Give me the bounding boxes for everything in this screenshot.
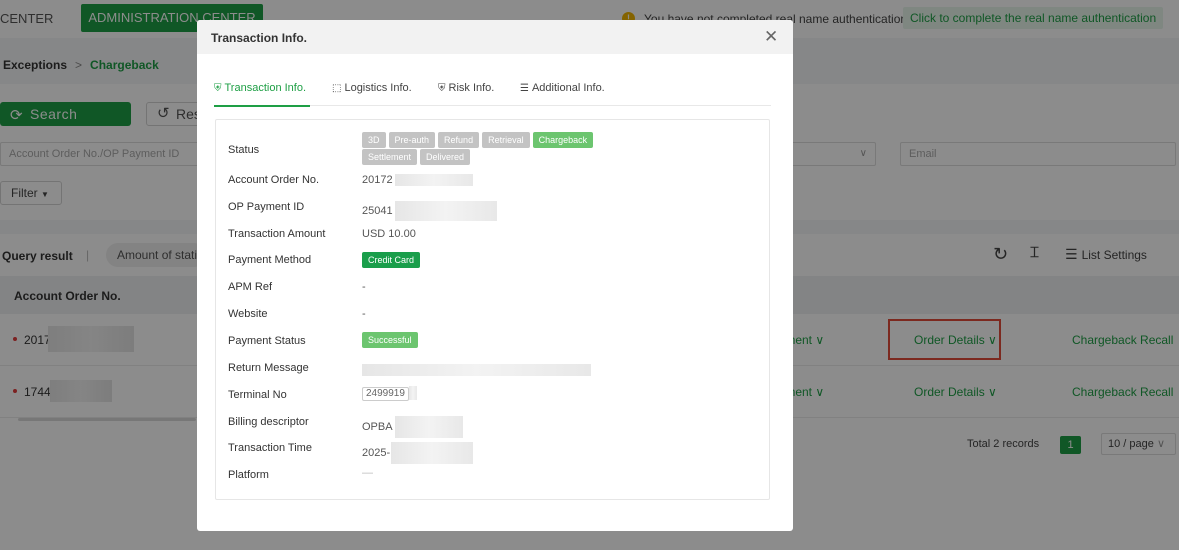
tab-label: Transaction Info. (224, 82, 307, 94)
account-order-text: 20172 (362, 174, 393, 186)
transaction-amount-label: Transaction Amount (228, 228, 326, 240)
redacted-value (391, 442, 474, 464)
tab-bar: ⛨ Transaction Info. ⬚ Logistics Info. ⛨ Ris… (214, 82, 771, 107)
redacted-value (362, 364, 591, 377)
transaction-amount-value: USD 10.00 (362, 228, 416, 240)
status-tag-refund: Refund (438, 132, 480, 148)
op-payment-id-label: OP Payment ID (228, 201, 305, 213)
terminal-no-value: 2499919 (362, 386, 417, 401)
status-tag-retrieval: Retrieval (482, 132, 530, 148)
tab-logistics-info[interactable]: ⬚ Logistics Info. (332, 82, 412, 106)
return-message-label: Return Message (228, 362, 309, 374)
tag-icon: ⬚ (332, 83, 342, 94)
transaction-time-value: 2025- (362, 442, 474, 464)
status-tag-3d: 3D (362, 132, 386, 148)
billing-descriptor-text: OPBA (362, 420, 393, 433)
tab-transaction-info[interactable]: ⛨ Transaction Info. (214, 82, 310, 107)
payment-status-tag: Successful (362, 332, 418, 348)
payment-method-label: Payment Method (228, 254, 312, 266)
terminal-no-label: Terminal No (228, 389, 287, 401)
op-payment-id-text: 25041 (362, 204, 393, 217)
tab-label: Risk Info. (448, 82, 495, 94)
billing-descriptor-value: OPBA (362, 416, 463, 438)
list-icon: ☰ (520, 83, 529, 94)
platform-value: — (362, 467, 373, 479)
transaction-time-label: Transaction Time (228, 442, 312, 454)
platform-label: Platform (228, 469, 269, 481)
tab-label: Additional Info. (531, 82, 605, 94)
modal-header: Transaction Info. ✕ (197, 20, 793, 54)
billing-descriptor-label: Billing descriptor (228, 416, 309, 428)
payment-method-value: Credit Card (362, 252, 423, 269)
redacted-value (394, 416, 463, 438)
status-tag-chargeback: Chargeback (532, 132, 594, 148)
op-payment-id-value: 25041 (362, 201, 497, 221)
website-value: - (362, 308, 366, 320)
tab-additional-info[interactable]: ☰ Additional Info. (520, 82, 605, 106)
account-order-value: 20172 (362, 174, 473, 187)
shield-icon: ⛨ (438, 83, 446, 94)
transaction-info-modal: Transaction Info. ✕ ⛨ Transaction Info. ⬚… (197, 20, 793, 531)
apm-ref-label: APM Ref (228, 281, 273, 293)
redacted-value (394, 201, 497, 221)
return-message-value (362, 364, 591, 377)
close-icon[interactable]: ✕ (764, 28, 778, 45)
apm-ref-value: - (362, 281, 366, 293)
status-tag-preauth: Pre-auth (388, 132, 436, 148)
transaction-detail-panel: Status 3D Pre-auth Refund Retrieval Chargeba… (215, 119, 770, 500)
terminal-no-text: 2499919 (362, 386, 409, 401)
status-tags: 3D Pre-auth Refund Retrieval Chargeback Settl… (362, 132, 632, 166)
payment-method-tag: Credit Card (362, 252, 421, 268)
status-label: Status (228, 144, 260, 156)
modal-title: Transaction Info. (211, 31, 308, 45)
redacted-value (394, 174, 473, 187)
tab-risk-info[interactable]: ⛨ Risk Info. (438, 82, 494, 106)
status-tag-delivered: Delivered (420, 149, 471, 165)
shield-doc-icon: ⛨ (214, 83, 222, 94)
website-label: Website (228, 308, 268, 320)
account-order-label: Account Order No. (228, 174, 320, 186)
tab-label: Logistics Info. (344, 82, 412, 94)
status-tag-settlement: Settlement (362, 149, 418, 165)
payment-status-value: Successful (362, 332, 421, 349)
payment-status-label: Payment Status (228, 335, 306, 347)
transaction-time-text: 2025- (362, 446, 391, 459)
redacted-value (408, 386, 417, 400)
